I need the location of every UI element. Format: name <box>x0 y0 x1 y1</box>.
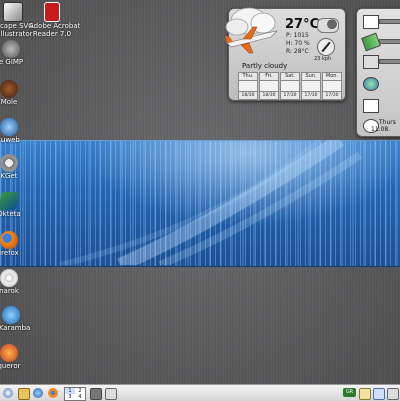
gimp-icon <box>2 40 20 58</box>
forecast-temps: 17/30 <box>301 91 321 100</box>
weather-realfeel: R: 28°C <box>286 48 309 55</box>
desktop-pager[interactable]: 1 2 3 4 <box>64 387 86 401</box>
forecast-day-label: Mon. <box>322 72 342 81</box>
adobe-acrobat-icon <box>44 2 60 22</box>
weather-humidity: H: 70 % <box>286 40 310 47</box>
icon-label: Mole <box>0 98 18 106</box>
forecast-day: Mon. 17/30 <box>322 72 342 100</box>
konqueror-icon <box>0 344 18 362</box>
partly-cloudy-icon <box>280 81 300 91</box>
memory-icon <box>361 32 381 52</box>
icon-label: Okteta <box>0 210 21 218</box>
forecast-day-label: Sat. <box>280 72 300 81</box>
forecast-temps: 18/30 <box>259 91 279 100</box>
desktop-icon-okteta[interactable]: Okteta <box>0 192 32 218</box>
forecast-temps: 18/30 <box>238 91 258 100</box>
system-monitor-widget[interactable]: Thurs 11.08. <box>356 8 400 137</box>
forecast-day-label: Thu. <box>238 72 258 81</box>
wind-direction-icon <box>317 38 335 56</box>
partly-cloudy-icon <box>301 81 321 91</box>
clipboard-icon[interactable] <box>359 388 371 400</box>
taskbar: 1 2 3 4 GR <box>0 384 400 401</box>
pager-desktop-4[interactable]: 4 <box>75 394 85 400</box>
desktop-icon-firefox[interactable]: irefox <box>0 231 32 257</box>
partly-cloudy-icon <box>238 81 258 91</box>
date-day: Thurs <box>379 119 396 126</box>
partly-cloudy-icon <box>259 81 279 91</box>
weather-wind-speed: 23 kph <box>314 56 332 62</box>
icon-label: erKaramba <box>0 324 31 332</box>
partly-cloudy-icon <box>322 81 342 91</box>
icon-label: narok <box>0 287 19 295</box>
icon-label: Reader 7.0 <box>32 30 72 38</box>
forecast-day: Fri. 18/30 <box>259 72 279 100</box>
desktop-icon-mole[interactable]: Mole <box>0 80 32 106</box>
desktop-icon-amarok[interactable]: narok <box>0 269 32 295</box>
keyboard-layout-badge[interactable]: GR <box>343 388 356 397</box>
firefox-icon <box>0 231 18 249</box>
forecast-day-label: Fri. <box>259 72 279 81</box>
weather-temperature: 27°C <box>285 17 320 32</box>
icon-label: Adobe Acrobat <box>29 22 81 30</box>
home-folder-icon[interactable] <box>18 388 30 400</box>
desktop-icon-superkaramba[interactable]: erKaramba <box>0 306 34 332</box>
cpu-usage-bar <box>379 19 400 24</box>
disk-usage-bar <box>379 59 400 64</box>
weather-condition-text: Partly cloudy <box>242 62 288 70</box>
forecast-temps: 17/30 <box>280 91 300 100</box>
desktop-icon-kget[interactable]: KGet <box>0 154 32 180</box>
desktop-icon-adobe-acrobat[interactable]: Adobe Acrobat Reader 7.0 <box>29 2 81 38</box>
weather-cloud-plane-icon <box>225 7 278 54</box>
icon-label: irefox <box>0 249 19 257</box>
volume-tray-icon[interactable] <box>387 388 399 400</box>
disk-icon <box>363 55 379 69</box>
forecast-day: Sun. 17/30 <box>301 72 321 100</box>
superkaramba-icon <box>2 306 20 324</box>
date-value: 11.08. <box>371 126 391 133</box>
desktop-icon-konqueror[interactable]: queror <box>0 344 32 370</box>
lock-screen-icon[interactable] <box>105 388 117 400</box>
forecast-day: Thu. 18/30 <box>238 72 258 100</box>
icon-label: tuweb <box>0 136 20 144</box>
pager-desktop-3[interactable]: 3 <box>65 394 75 400</box>
inkscape-icon <box>3 2 23 22</box>
globe-icon <box>0 118 18 136</box>
cpu-icon <box>363 15 379 29</box>
kde-menu-icon[interactable] <box>3 388 13 398</box>
icon-label: queror <box>0 362 21 370</box>
amarok-icon <box>0 269 18 287</box>
desktop-icon-tuweb[interactable]: tuweb <box>0 118 32 144</box>
mail-icon <box>363 99 379 113</box>
weather-widget[interactable]: 27°C P: 1015 H: 70 % R: 28°C 23 kph Part… <box>225 7 346 101</box>
desktop-icon-gimp[interactable]: e GIMP <box>0 40 34 66</box>
network-globe-icon <box>363 77 379 91</box>
browser-icon[interactable] <box>33 388 43 398</box>
forecast-temps: 17/30 <box>322 91 342 100</box>
show-desktop-icon[interactable] <box>90 388 102 400</box>
forecast-day: Sat. 17/30 <box>280 72 300 100</box>
mole-icon <box>0 80 18 98</box>
wallpaper-swoosh <box>59 140 363 265</box>
icon-label: KGet <box>0 172 18 180</box>
memory-usage-bar <box>379 39 400 44</box>
forecast-day-label: Sun. <box>301 72 321 81</box>
okteta-icon <box>0 192 20 210</box>
network-tray-icon[interactable] <box>373 388 385 400</box>
gear-icon <box>0 154 18 172</box>
weather-pressure: P: 1015 <box>286 32 309 39</box>
firefox-icon[interactable] <box>48 388 58 398</box>
weather-condition-icon <box>317 18 339 33</box>
icon-label: e GIMP <box>0 58 24 66</box>
